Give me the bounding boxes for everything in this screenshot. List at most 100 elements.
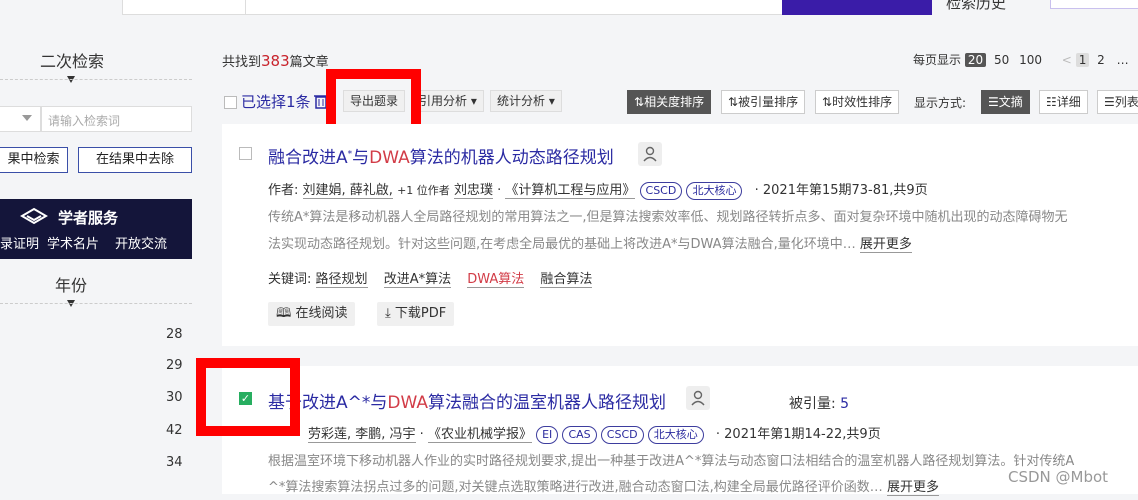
keyword-link[interactable]: 融合算法: [540, 272, 593, 288]
abstract-text: 法实现动态路径规划。针对这些问题,在考虑全局最优的基础上将改进A*与DWA算法融…: [268, 237, 856, 252]
abstract-line: 根据温室环境下移动机器人作业的实时路径规划要求,提出一种基于改进A^*算法与动态…: [268, 454, 1075, 469]
article-title[interactable]: 基于改进A^*与DWA算法融合的温室机器人路径规划: [268, 388, 666, 413]
citation-analysis-button[interactable]: 引用分析 ▾: [412, 90, 484, 112]
sort-timeliness-button[interactable]: ⇅时效性排序: [815, 90, 900, 114]
stats-analysis-label: 统计分析: [497, 94, 546, 108]
search-history-link[interactable]: 检索历史: [946, 0, 1006, 13]
article-checkbox[interactable]: [239, 147, 252, 160]
sort-icon: ⇅: [822, 95, 833, 109]
title-dwa: DWA: [387, 393, 428, 413]
per-page-label: 每页显示: [913, 53, 962, 67]
article-title[interactable]: 融合改进A*与DWA算法的机器人动态路径规划: [268, 143, 614, 168]
search-button[interactable]: [782, 0, 932, 15]
dropdown-arrow-icon: [22, 115, 32, 121]
more-authors[interactable]: +1 位作者: [397, 184, 450, 197]
sort-relevance-label: 相关度排序: [644, 95, 705, 109]
view-abstract-button[interactable]: ☰文摘: [981, 90, 1030, 114]
download-pdf-button[interactable]: ⤓ 下载PDF: [377, 302, 455, 326]
view-detail-label: 详细: [1056, 95, 1081, 109]
expand-more-link[interactable]: 展开更多: [859, 237, 912, 253]
abstract-line: 传统A*算法是移动机器人全局路径规划的常用算法之一,但是算法搜索效率低、规划路径…: [268, 210, 1068, 225]
page-1[interactable]: 1: [1075, 53, 1090, 67]
found-prefix: 共找到: [222, 55, 262, 70]
secondary-search-input[interactable]: 请输入检索词: [41, 106, 192, 132]
publish-info: · 2021年第15期73-81,共9页: [754, 183, 928, 198]
article-card: 融合改进A*与DWA算法的机器人动态路径规划 作者: 刘建娟, 薛礼啟, +1 …: [222, 124, 1138, 346]
author-avatar-icon[interactable]: [686, 386, 710, 410]
publish-info: · 2021年第1期14-22,共9页: [715, 427, 881, 442]
results-count: 共找到383篇文章: [222, 51, 329, 70]
sort-icon: ⇅: [634, 95, 645, 109]
title-part: 融合改进A: [268, 148, 348, 168]
title-part: 算法融合的温室机器人路径规划: [427, 393, 666, 413]
journal-link[interactable]: 《农业机械学报》: [427, 427, 532, 443]
remove-from-results-button[interactable]: 在结果中去除: [78, 147, 192, 173]
sort-cited-button[interactable]: ⇅被引量排序: [721, 90, 806, 114]
author[interactable]: 刘忠璞: [453, 183, 493, 199]
year-count[interactable]: 28: [166, 327, 183, 342]
watermark: CSDN @Mbot: [1008, 468, 1109, 486]
index-badge: CAS: [562, 426, 597, 444]
list-icon: ☰: [1104, 95, 1115, 109]
dropdown-caret-icon: ▾: [548, 94, 555, 108]
sort-icon: ⇅: [728, 95, 739, 109]
download-pdf-label: 下载PDF: [394, 306, 447, 321]
keyword-link[interactable]: 路径规划: [315, 272, 368, 288]
read-online-button[interactable]: 🕮 在线阅读: [268, 302, 356, 326]
scholar-service-banner[interactable]: 学者服务 录证明 学术名片 开放交流: [0, 199, 192, 259]
divider: [0, 79, 192, 80]
authors[interactable]: 劳彩莲, 李鹏, 冯宇: [308, 427, 416, 443]
selected-count[interactable]: 已选择1条: [241, 91, 311, 112]
scholar-logo-icon: [20, 207, 48, 227]
year-count[interactable]: 42: [166, 423, 183, 438]
year-count[interactable]: 30: [166, 390, 183, 405]
select-all-checkbox[interactable]: [224, 96, 237, 109]
search-input[interactable]: [122, 0, 784, 15]
stats-analysis-button[interactable]: 统计分析 ▾: [490, 90, 562, 112]
keyword-link[interactable]: DWA算法: [467, 272, 525, 288]
title-dwa: DWA: [369, 148, 410, 168]
cited-value[interactable]: 5: [840, 396, 849, 412]
year-count[interactable]: 29: [166, 358, 183, 373]
page-ellipsis: …: [1116, 53, 1129, 67]
per-page-20[interactable]: 20: [964, 53, 987, 67]
authors[interactable]: 刘建娟, 薛礼啟,: [302, 183, 393, 199]
per-page-100[interactable]: 100: [1019, 53, 1042, 67]
view-list-button[interactable]: ☰列表: [1097, 90, 1138, 114]
keywords: 关键词: 路径规划 改进A*算法 DWA算法 融合算法: [268, 268, 604, 288]
author-avatar-icon[interactable]: [638, 142, 662, 166]
search-in-results-button[interactable]: 果中检索: [0, 147, 68, 173]
banner-item-card[interactable]: 学术名片: [47, 233, 99, 252]
keyword-link[interactable]: 改进A*算法: [383, 272, 452, 288]
view-detail-button[interactable]: ☷详细: [1039, 90, 1088, 114]
download-icon: ⤓: [385, 306, 391, 321]
sort-cited-label: 被引量排序: [738, 95, 799, 109]
keywords-label: 关键词:: [268, 272, 312, 287]
page-2[interactable]: 2: [1097, 53, 1105, 67]
page-prev[interactable]: <: [1062, 53, 1072, 67]
detail-icon: ☷: [1046, 95, 1057, 109]
field-select[interactable]: [0, 106, 41, 132]
journal-link[interactable]: 《计算机工程与应用》: [505, 183, 636, 199]
view-abstract-label: 文摘: [998, 95, 1023, 109]
found-suffix: 篇文章: [289, 55, 329, 70]
index-badge: EI: [536, 426, 559, 444]
per-page-50[interactable]: 50: [994, 53, 1009, 67]
search-divider: [245, 0, 246, 14]
article-meta: 劳彩莲, 李鹏, 冯宇 · 《农业机械学报》 EI CAS CSCD 北大核心 …: [308, 426, 881, 444]
secondary-search-title: 二次检索: [40, 52, 105, 71]
view-list-label: 列表: [1114, 95, 1138, 109]
title-part: 与: [352, 148, 370, 168]
index-badge: CSCD: [600, 426, 644, 444]
banner-item-certificate[interactable]: 录证明: [0, 233, 39, 252]
authors-label: 作者:: [268, 183, 299, 198]
banner-item-exchange[interactable]: 开放交流: [115, 233, 167, 252]
read-online-label: 在线阅读: [295, 306, 348, 321]
list-icon: ☰: [988, 95, 999, 109]
index-badge: 北大核心: [647, 426, 704, 444]
sort-relevance-button[interactable]: ⇅相关度排序: [627, 90, 712, 114]
index-badge: CSCD: [639, 182, 683, 200]
top-right-button[interactable]: [1050, 0, 1138, 9]
year-count[interactable]: 34: [166, 455, 183, 470]
display-mode-label: 显示方式:: [914, 96, 967, 110]
